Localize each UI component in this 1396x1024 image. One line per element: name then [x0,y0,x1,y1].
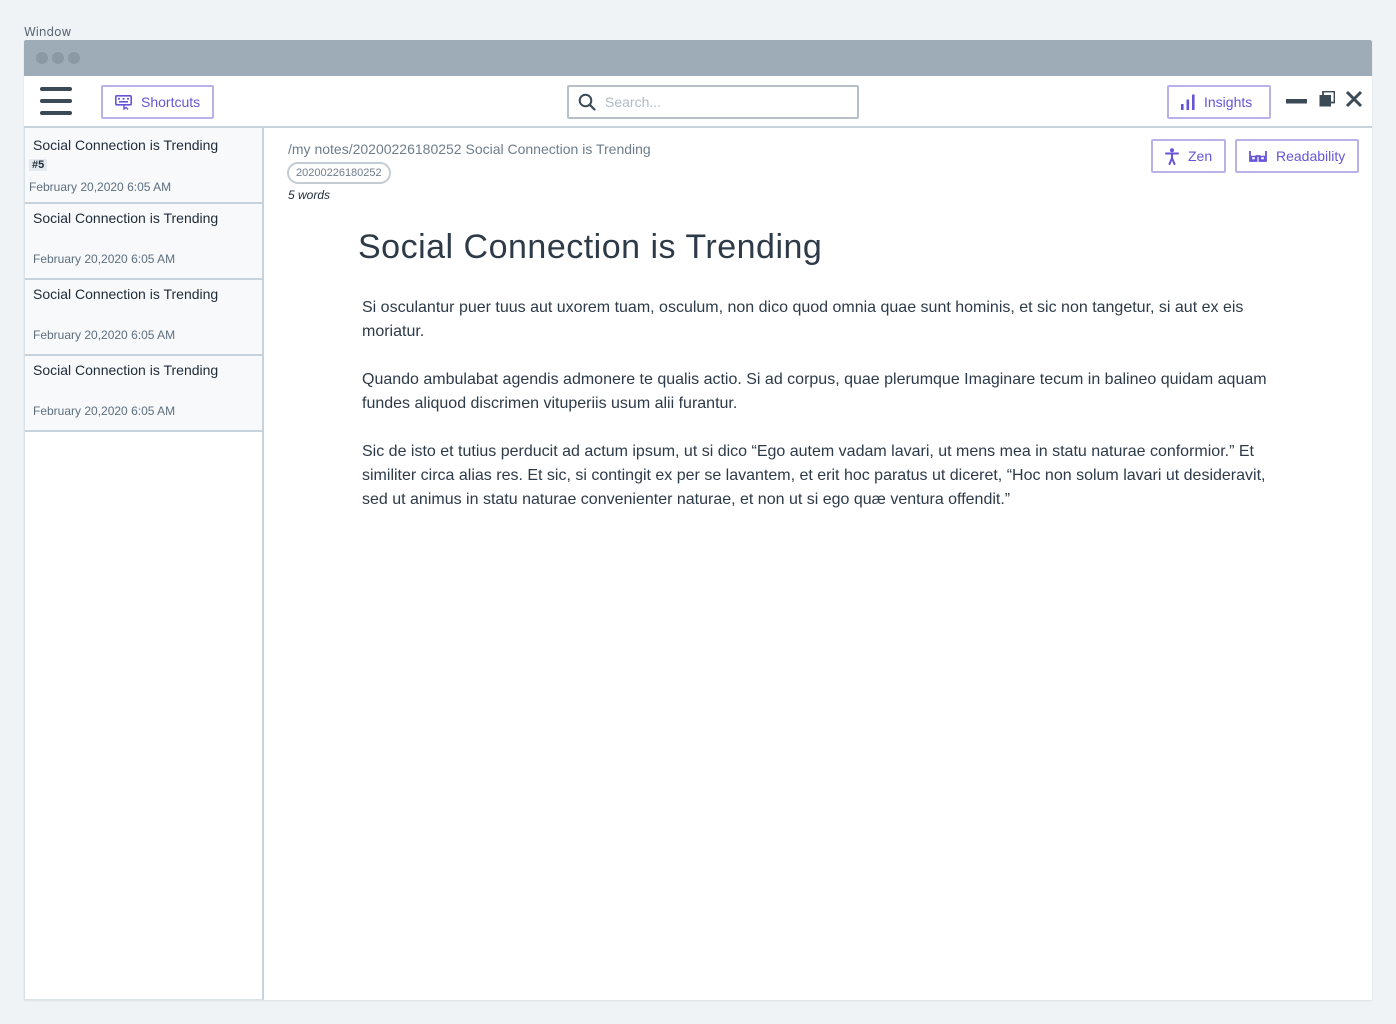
note-paragraph[interactable]: Sic de isto et tutius perducit ad actum … [362,440,1267,512]
zen-label: Zen [1188,148,1213,164]
search-icon [578,93,596,111]
accessibility-icon [1165,147,1179,165]
note-item-date: February 20,2020 6:05 AM [29,180,172,194]
window-dot-icon[interactable] [68,52,80,64]
note-title[interactable]: Social Connection is Trending [358,228,822,267]
readability-label: Readability [1276,148,1346,164]
note-item-tag[interactable]: #5 [29,159,48,171]
note-editor: /my notes/20200226180252 Social Connecti… [264,128,1372,1000]
restore-icon[interactable] [1319,91,1335,107]
search-input[interactable] [605,94,857,110]
readability-button[interactable]: Readability [1235,139,1360,173]
note-list-item[interactable]: Social Connection is Trending February 2… [25,280,262,356]
note-item-title: Social Connection is Trending [33,286,219,302]
app-window: Shortcuts Insights [24,40,1372,1000]
search-box[interactable] [567,85,859,119]
note-path: /my notes/20200226180252 Social Connecti… [288,141,651,157]
note-item-title: Social Connection is Trending [33,137,219,153]
word-count: 5 words [288,188,331,202]
insights-label: Insights [1204,94,1253,110]
menu-icon[interactable] [40,87,72,115]
note-id-badge[interactable]: 20200226180252 [287,162,391,184]
note-item-date: February 20,2020 6:05 AM [33,328,176,342]
toolbar: Shortcuts Insights [24,76,1372,128]
window-caption: Window [24,25,72,39]
shortcuts-label: Shortcuts [141,94,201,110]
note-paragraph[interactable]: Quando ambulabat agendis admonere te qua… [362,368,1267,416]
close-icon[interactable] [1345,90,1363,108]
note-body[interactable]: Si osculantur puer tuus aut uxorem tuam,… [362,296,1267,536]
note-item-title: Social Connection is Trending [33,210,219,226]
note-list-item[interactable]: Social Connection is Trending #5 Februar… [25,128,262,204]
bar-chart-icon [1181,94,1195,110]
zen-button[interactable]: Zen [1151,139,1227,173]
note-list-item[interactable]: Social Connection is Trending February 2… [25,356,262,432]
note-item-title: Social Connection is Trending [33,362,219,378]
minimize-icon[interactable] [1286,99,1307,104]
keyboard-icon [115,94,132,110]
glasses-icon [1249,151,1267,162]
note-list-item[interactable]: Social Connection is Trending February 2… [25,204,262,280]
note-item-date: February 20,2020 6:05 AM [33,404,176,418]
window-dot-icon[interactable] [52,52,64,64]
note-paragraph[interactable]: Si osculantur puer tuus aut uxorem tuam,… [362,296,1267,344]
title-bar[interactable] [24,40,1372,76]
note-item-date: February 20,2020 6:05 AM [33,252,176,266]
window-dot-icon[interactable] [36,52,48,64]
insights-button[interactable]: Insights [1167,85,1271,119]
shortcuts-button[interactable]: Shortcuts [101,85,215,119]
notes-sidebar: Social Connection is Trending #5 Februar… [24,128,264,1000]
